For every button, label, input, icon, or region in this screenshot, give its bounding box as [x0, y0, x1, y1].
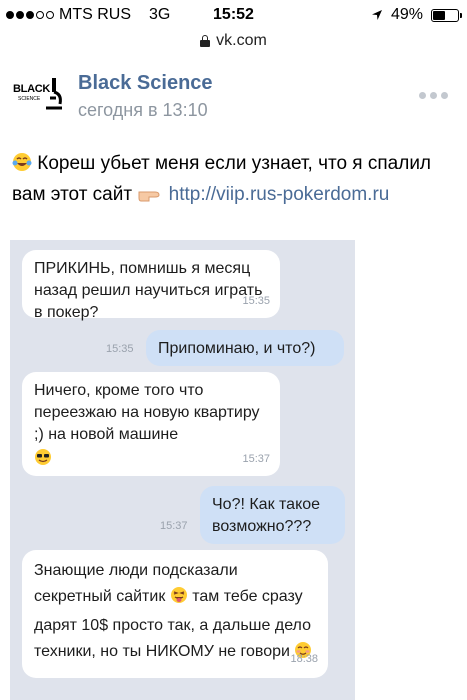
tongue-wink-emoji — [170, 586, 188, 613]
status-right: 49% — [371, 6, 462, 24]
chat-message-3: Ничего, кроме того что переезжаю на нову… — [22, 372, 280, 476]
message-time: 15:35 — [242, 295, 270, 307]
battery-icon — [431, 8, 462, 22]
lock-icon — [200, 35, 211, 47]
chat-message-5: Знающие люди подсказали секретный сайтик… — [22, 550, 328, 678]
message-time: 18:38 — [290, 653, 318, 665]
chat-screenshot: ПРИКИНЬ, помнишь я месяц назад решил нау… — [10, 240, 355, 700]
post-text: Кореш убьет меня если узнает, что я спал… — [12, 150, 452, 212]
post-timestamp: сегодня в 13:10 — [78, 100, 208, 120]
tears-of-joy-emoji — [12, 152, 32, 181]
microscope-icon — [46, 78, 62, 110]
post-header: BLACK SCIENCE Black Science сегодня в 13… — [10, 72, 460, 122]
message-time: 15:37 — [242, 453, 270, 465]
pointing-hand-emoji — [137, 184, 163, 212]
message-text: ПРИКИНЬ, помнишь я месяц назад решил нау… — [34, 260, 263, 321]
message-time: 15:35 — [106, 343, 134, 355]
post-link[interactable]: http://viip.rus-pokerdom.ru — [169, 184, 390, 205]
avatar[interactable]: BLACK SCIENCE — [10, 72, 66, 120]
address-bar[interactable]: vk.com — [0, 30, 467, 52]
avatar-logo-sub: SCIENCE — [18, 96, 41, 102]
post-author[interactable]: Black Science — [78, 72, 213, 95]
location-arrow-icon — [371, 10, 382, 20]
chat-message-1: ПРИКИНЬ, помнишь я месяц назад решил нау… — [22, 250, 280, 321]
chat-message-2: Припоминаю, и что?) — [146, 330, 344, 366]
sunglasses-emoji — [34, 448, 268, 473]
battery-fill — [433, 10, 445, 20]
message-text: Чо?! Как такое возможно??? — [212, 496, 321, 535]
url-text: vk.com — [216, 32, 267, 49]
message-text: Припоминаю, и что?) — [158, 340, 316, 357]
status-bar: MTS RUS 3G 15:52 49% — [0, 0, 467, 30]
chat-message-4: Чо?! Как такое возможно??? — [200, 486, 345, 544]
message-time: 15:37 — [160, 520, 188, 532]
more-dots-icon[interactable] — [419, 92, 448, 99]
battery-percent: 49% — [390, 6, 423, 23]
message-text: Ничего, кроме того что переезжаю на нову… — [34, 382, 260, 443]
